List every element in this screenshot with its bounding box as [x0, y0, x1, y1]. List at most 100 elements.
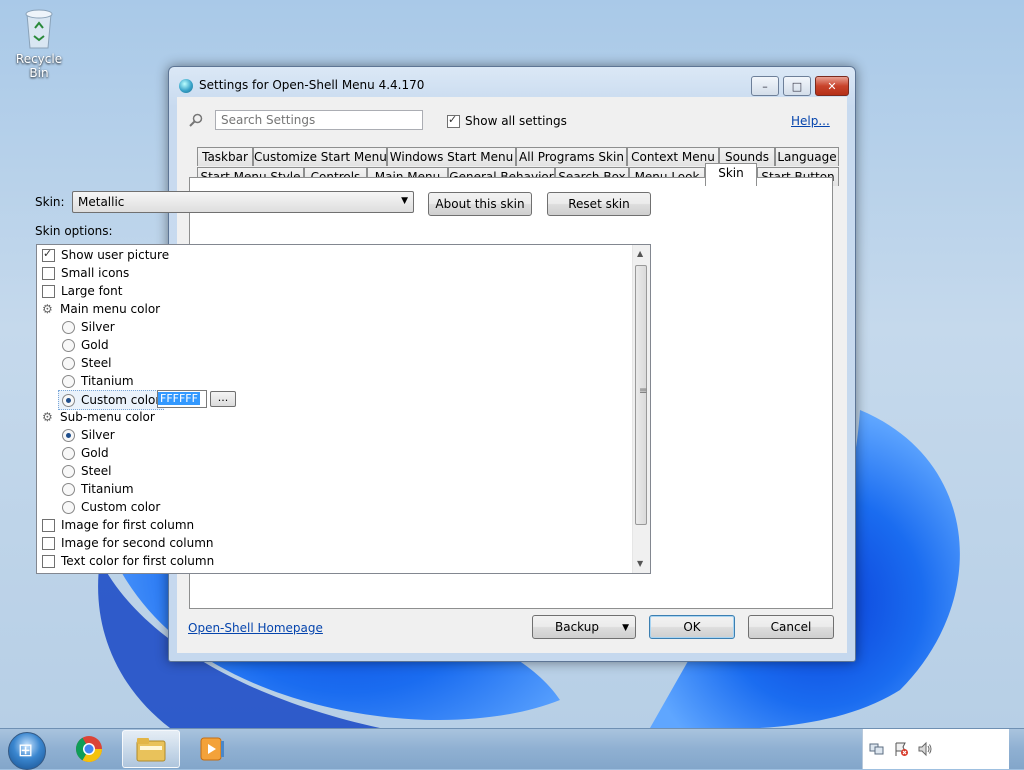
tab-all-programs-skin[interactable]: All Programs Skin [516, 147, 627, 166]
show-all-check-icon[interactable] [447, 113, 460, 128]
action-center-flag-icon[interactable] [893, 741, 909, 757]
scroll-thumb[interactable]: ≡ [635, 265, 647, 525]
start-button[interactable]: ⊞ [8, 732, 46, 770]
option-image-second-column[interactable]: Image for second column [42, 534, 214, 552]
gear-icon: ⚙ [42, 410, 53, 424]
option-label: Text color for first column [61, 554, 215, 568]
option-image-first-column[interactable]: Image for first column [42, 516, 194, 534]
custom-color-input[interactable]: FFFFFF [157, 390, 207, 408]
tab-language[interactable]: Language [775, 147, 839, 166]
option-text-color-first-column[interactable]: Text color for first column [42, 552, 214, 570]
option-label: Custom color [81, 500, 161, 514]
checkbox-icon[interactable] [42, 518, 55, 532]
radio-icon[interactable] [62, 428, 75, 442]
volume-icon[interactable] [917, 741, 933, 757]
option-label: Custom color [81, 393, 161, 407]
reset-skin-button[interactable]: Reset skin [547, 192, 651, 216]
option-sub-silver[interactable]: Silver [62, 426, 115, 444]
color-browse-button[interactable]: ... [210, 391, 236, 407]
radio-icon[interactable] [62, 393, 75, 407]
scroll-grip-icon: ≡ [639, 386, 648, 397]
open-shell-icon [179, 79, 193, 93]
option-main-silver[interactable]: Silver [62, 318, 115, 336]
scroll-up-arrow-icon[interactable]: ▲ [637, 249, 643, 258]
taskbar: ⊞ [0, 728, 1024, 770]
recycle-bin[interactable]: Recycle Bin [6, 6, 72, 80]
windows-logo-icon: ⊞ [18, 740, 34, 761]
taskbar-explorer[interactable] [122, 730, 180, 768]
radio-icon[interactable] [62, 482, 75, 496]
option-label: Image for first column [61, 518, 195, 532]
radio-icon[interactable] [62, 320, 75, 334]
show-all-settings-checkbox[interactable]: Show all settings [447, 113, 567, 128]
group-main-menu-color: ⚙ Main menu color [42, 300, 160, 318]
radio-icon[interactable] [62, 374, 75, 388]
radio-icon[interactable] [62, 500, 75, 514]
option-main-steel[interactable]: Steel [62, 354, 111, 372]
gear-icon: ⚙ [42, 302, 53, 316]
show-all-label: Show all settings [465, 114, 567, 128]
network-icon[interactable] [869, 741, 885, 757]
media-player-icon [200, 737, 224, 761]
option-sub-steel[interactable]: Steel [62, 462, 111, 480]
tab-windows-start-menu[interactable]: Windows Start Menu [387, 147, 516, 166]
tab-customize-start-menu[interactable]: Customize Start Menu [253, 147, 387, 166]
taskbar-chrome[interactable] [60, 730, 118, 768]
option-small-icons[interactable]: Small icons [42, 264, 129, 282]
option-main-gold[interactable]: Gold [62, 336, 109, 354]
option-sub-titanium[interactable]: Titanium [62, 480, 134, 498]
skin-options-list[interactable]: Show user picture Small icons Large font… [36, 244, 651, 574]
tab-taskbar[interactable]: Taskbar [197, 147, 253, 166]
option-label: Large font [61, 284, 123, 298]
option-large-font[interactable]: Large font [42, 282, 122, 300]
backup-button[interactable]: Backup ▼ [532, 615, 636, 639]
group-label: Main menu color [60, 302, 161, 316]
radio-icon[interactable] [62, 338, 75, 352]
help-link[interactable]: Help... [791, 114, 830, 128]
minimize-button[interactable]: – [751, 76, 779, 96]
checkbox-icon[interactable] [42, 284, 55, 298]
skin-select[interactable]: Metallic ▼ [72, 191, 414, 213]
option-show-user-picture[interactable]: Show user picture [42, 246, 169, 264]
option-sub-gold[interactable]: Gold [62, 444, 109, 462]
checkbox-icon[interactable] [42, 536, 55, 550]
option-label: Silver [81, 320, 115, 334]
option-sub-custom-color[interactable]: Custom color [62, 498, 160, 516]
maximize-button[interactable]: □ [783, 76, 811, 96]
desktop: Recycle Bin Settings for Open-Shell Menu… [0, 0, 1024, 728]
backup-label: Backup [555, 620, 599, 634]
option-main-titanium[interactable]: Titanium [62, 372, 134, 390]
skin-options-label: Skin options: [35, 224, 113, 238]
option-label: Image for second column [61, 536, 214, 550]
option-label: Gold [81, 446, 109, 460]
close-button[interactable]: ✕ [815, 76, 849, 96]
option-main-custom-color[interactable]: Custom color [58, 390, 165, 410]
option-label: Steel [81, 464, 112, 478]
custom-color-value: FFFFFF [158, 392, 200, 405]
system-tray [862, 729, 1009, 769]
checkbox-icon[interactable] [42, 247, 55, 262]
tab-skin[interactable]: Skin [705, 163, 757, 186]
checkbox-icon[interactable] [42, 554, 55, 568]
radio-icon[interactable] [62, 464, 75, 478]
search-input[interactable] [215, 110, 423, 130]
ok-button[interactable]: OK [649, 615, 735, 639]
scroll-down-arrow-icon[interactable]: ▼ [637, 559, 643, 568]
recycle-bin-label: Recycle Bin [15, 52, 63, 80]
about-skin-button[interactable]: About this skin [428, 192, 532, 216]
minimize-icon: – [762, 79, 768, 93]
cancel-button[interactable]: Cancel [748, 615, 834, 639]
option-label: Gold [81, 338, 109, 352]
skin-label: Skin: [35, 195, 65, 209]
search-icon [189, 113, 203, 127]
custom-color-editor: FFFFFF ... [155, 390, 236, 408]
radio-icon[interactable] [62, 356, 75, 370]
option-label: Titanium [81, 482, 134, 496]
radio-icon[interactable] [62, 446, 75, 460]
checkbox-icon[interactable] [42, 266, 55, 280]
taskbar-media-player[interactable] [182, 730, 240, 768]
open-shell-homepage-link[interactable]: Open-Shell Homepage [188, 621, 323, 635]
group-label: Sub-menu color [60, 410, 155, 424]
option-label: Small icons [61, 266, 130, 280]
options-scrollbar[interactable]: ▲ ≡ ▼ [632, 245, 650, 573]
